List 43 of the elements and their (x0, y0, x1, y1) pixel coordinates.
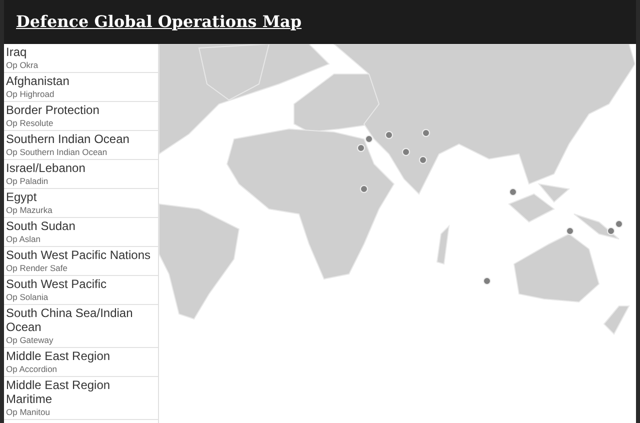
operation-item[interactable]: Egypt Op Mazurka (4, 189, 158, 218)
operation-item[interactable]: Middle East Region Op Accordion (4, 348, 158, 377)
region-name: Afghanistan (6, 74, 70, 88)
location-marker[interactable] (365, 135, 373, 143)
operation-name: Op Accordion (6, 363, 58, 375)
location-marker[interactable] (607, 227, 615, 235)
operation-item[interactable]: Border Protection Op Resolute (4, 102, 158, 131)
region-name: South West Pacific Nations (6, 248, 152, 262)
page-title-link[interactable]: Defence Global Operations Map (16, 10, 302, 34)
region-name: Israel/Lebanon (6, 161, 86, 175)
operation-name: Op Render Safe (6, 262, 68, 274)
location-marker[interactable] (483, 277, 491, 285)
operation-item[interactable]: Israel/Lebanon Op Paladin (4, 160, 158, 189)
operation-name: Op Paladin (6, 175, 50, 187)
region-name: South China Sea/Indian Ocean (6, 306, 134, 334)
operation-item[interactable]: South China Sea/Indian Ocean Op Gateway (4, 305, 158, 348)
region-name: South Sudan (6, 219, 76, 233)
operation-item[interactable]: Southern Indian Ocean Op Southern Indian Ocean (4, 131, 158, 160)
operation-name: Op Resolute (6, 117, 54, 129)
location-marker[interactable] (566, 227, 574, 235)
region-name: South West Pacific (6, 277, 108, 291)
operation-name: Op Mazurka (6, 204, 54, 216)
operation-name: Op Solania (6, 291, 50, 303)
operation-name: Op Manitou (6, 406, 51, 418)
operation-item[interactable]: South West Pacific Nations Op Render Safe (4, 247, 158, 276)
operation-item[interactable]: Middle East Region Maritime Op Manitou (4, 377, 158, 420)
region-name: Iraq (6, 45, 28, 59)
location-marker[interactable] (615, 220, 623, 228)
operation-name: Op Highroad (6, 88, 56, 100)
region-name: Southern Indian Ocean (6, 132, 130, 146)
operation-item[interactable]: South Sudan Op Aslan (4, 218, 158, 247)
operation-item[interactable]: Afghanistan Op Highroad (4, 73, 158, 102)
operation-name: Op Southern Indian Ocean (6, 146, 108, 158)
operation-item[interactable]: Iraq Op Okra (4, 44, 158, 73)
operation-name: Op Gateway (6, 334, 54, 346)
region-name: Border Protection (6, 103, 100, 117)
operation-name: Op Okra (6, 59, 40, 71)
region-name: Egypt (6, 190, 38, 204)
location-marker[interactable] (509, 188, 517, 196)
operation-name: Op Aslan (6, 233, 42, 245)
region-name: Middle East Region (6, 349, 112, 363)
region-name: Middle East Region Maritime (6, 378, 112, 406)
operation-item[interactable]: South West Pacific Op Solania (4, 276, 158, 305)
